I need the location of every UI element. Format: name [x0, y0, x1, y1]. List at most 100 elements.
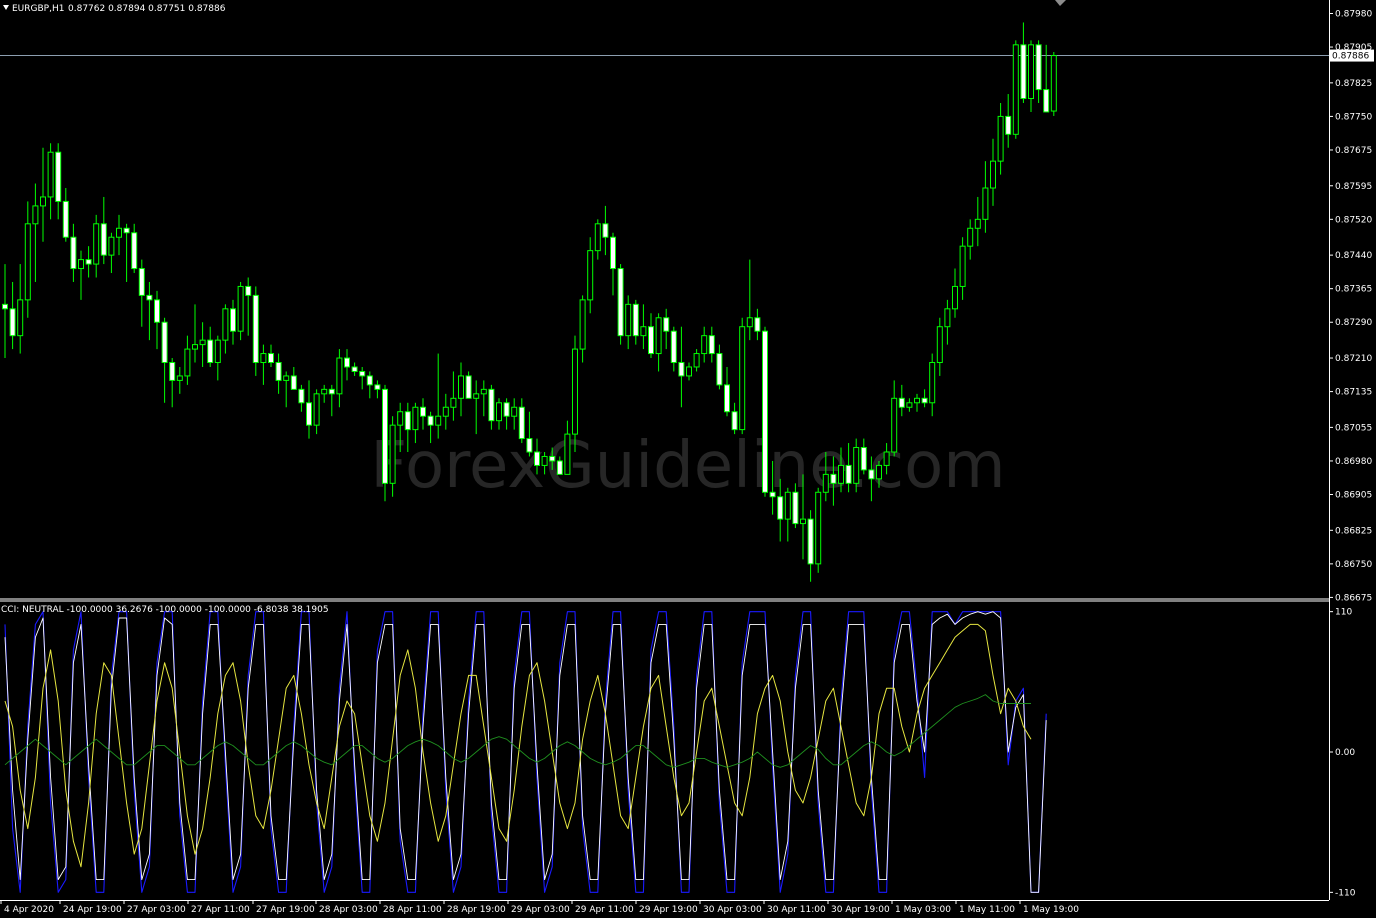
- time-tick-label: 24 Apr 19:00: [63, 905, 122, 915]
- candle-body: [724, 384, 730, 413]
- candle-body: [670, 330, 677, 364]
- candle-body: [108, 236, 115, 256]
- candle-body: [222, 308, 229, 341]
- current-price-label: 0.87886: [1332, 52, 1369, 62]
- candle-body: [663, 317, 670, 332]
- candle-body: [739, 326, 746, 431]
- time-tick-label: 28 Apr 03:00: [319, 905, 378, 915]
- candle-body: [161, 321, 168, 364]
- candle-body: [313, 393, 320, 426]
- candle-body: [914, 397, 920, 404]
- price-tick-label: 0.87825: [1335, 79, 1372, 89]
- candle-body: [344, 357, 350, 368]
- price-tick-label: 0.86980: [1335, 457, 1372, 467]
- price-tick-label: 0.87440: [1335, 251, 1372, 261]
- symbol-timeframe-label: EURGBP,H1: [12, 4, 64, 14]
- candle-body: [701, 335, 708, 355]
- candle-body: [420, 406, 426, 417]
- candle-body: [503, 402, 510, 417]
- candle-body: [898, 397, 905, 408]
- candle-body: [587, 250, 594, 301]
- candle-body: [526, 438, 533, 453]
- candle-body: [1050, 55, 1057, 112]
- candle-body: [283, 375, 290, 381]
- candle-body: [290, 375, 297, 390]
- candle-body: [100, 223, 107, 256]
- candle-body: [853, 447, 860, 484]
- price-tick-label: 0.87135: [1335, 388, 1372, 398]
- price-tick-label: 0.87750: [1335, 112, 1372, 122]
- watermark-text: ForexGuideline.com: [370, 429, 1005, 503]
- candle-body: [594, 223, 601, 252]
- candle-body: [450, 397, 457, 408]
- candle-body: [458, 375, 464, 399]
- candle-body: [321, 388, 328, 395]
- candle: [617, 264, 624, 345]
- candle-body: [815, 491, 822, 565]
- candle-body: [93, 223, 100, 265]
- time-tick-label: 27 Apr 03:00: [127, 905, 186, 915]
- candle-body: [397, 411, 404, 426]
- candle-body: [982, 187, 989, 220]
- price-tick-label: 0.86750: [1335, 560, 1372, 570]
- candle-body: [473, 393, 480, 399]
- candle-body: [1035, 44, 1042, 91]
- candle-body: [686, 366, 692, 377]
- price-tick-label: 0.87290: [1335, 318, 1372, 328]
- candle-body: [1005, 115, 1012, 135]
- candle-body: [883, 451, 890, 466]
- candle-body: [534, 451, 540, 466]
- candle-body: [929, 362, 936, 404]
- candle-body: [9, 308, 16, 337]
- candle-body: [1020, 44, 1027, 100]
- candle-body: [860, 447, 867, 471]
- price-tick-label: 0.87520: [1335, 215, 1372, 225]
- candle-body: [602, 223, 609, 238]
- candle-body: [176, 375, 183, 381]
- price-tick-label: 0.87055: [1335, 423, 1372, 433]
- cci-header-label: CCI: NEUTRAL -100.0000 36.2676 -100.0000…: [1, 605, 329, 615]
- price-tick-label: 0.86825: [1335, 526, 1372, 536]
- price-tick-label: 0.86905: [1335, 491, 1372, 501]
- candle-body: [678, 362, 685, 377]
- candle-body: [792, 491, 799, 525]
- candle-body: [952, 285, 958, 310]
- candle-body: [427, 415, 434, 426]
- candle-body: [184, 348, 191, 377]
- time-tick-label: 4 Apr 2020: [4, 905, 54, 915]
- candle-body: [845, 464, 852, 484]
- candle-body: [192, 344, 198, 350]
- price-tick-label: 0.87210: [1335, 354, 1372, 364]
- candle-body: [382, 388, 388, 484]
- candle-body: [625, 303, 632, 337]
- candle: [1012, 40, 1019, 139]
- forex-chart[interactable]: ForexGuideline.com 0.879800.879050.87825…: [0, 0, 1376, 918]
- candle-body: [632, 303, 639, 337]
- time-tick-label: 27 Apr 11:00: [191, 905, 250, 915]
- candle-body: [55, 151, 62, 202]
- candle-body: [716, 353, 723, 386]
- candle-body: [921, 397, 928, 404]
- candle-body: [230, 308, 236, 332]
- candle: [762, 326, 768, 497]
- candle-body: [693, 353, 700, 368]
- candle-body: [442, 406, 449, 417]
- candle-body: [123, 227, 130, 234]
- candle-body: [777, 496, 784, 520]
- time-tick-label: 1 May 11:00: [959, 905, 1015, 915]
- candle-body: [207, 339, 214, 364]
- candle-body: [412, 406, 419, 431]
- time-tick-label: 29 Apr 19:00: [639, 905, 698, 915]
- time-tick-label: 1 May 03:00: [895, 905, 951, 915]
- candle-body: [997, 115, 1004, 162]
- candle-body: [769, 491, 776, 498]
- candle-body: [116, 227, 122, 238]
- candle-body: [944, 308, 951, 328]
- candle-body: [131, 232, 138, 270]
- candle-body: [351, 366, 358, 372]
- candle-body: [404, 411, 411, 431]
- time-tick-label: 28 Apr 11:00: [383, 905, 442, 915]
- candle-body: [465, 375, 472, 399]
- candle-body: [252, 294, 259, 364]
- candle-body: [480, 388, 487, 395]
